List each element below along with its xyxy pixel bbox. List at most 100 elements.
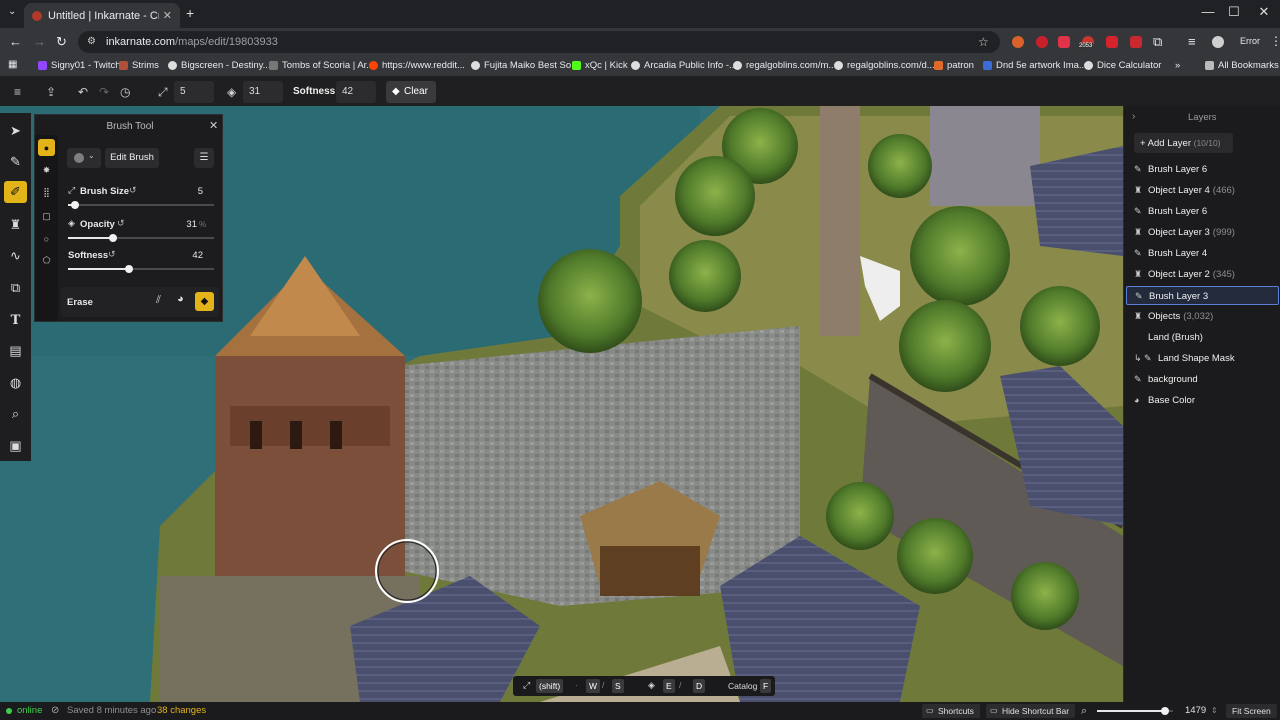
zoom-out-icon[interactable]: ⌕ bbox=[1081, 702, 1087, 720]
brush-preview-dropdown[interactable]: ⌄ bbox=[67, 148, 101, 168]
opacity-input[interactable]: 31 bbox=[243, 81, 283, 103]
close-window-icon[interactable]: ✕ bbox=[1249, 4, 1279, 20]
star-brush-icon[interactable]: ✸ bbox=[38, 162, 55, 179]
reading-list-icon[interactable]: ≡ bbox=[1188, 34, 1196, 49]
polygon-shape-icon[interactable]: ⬠ bbox=[38, 252, 55, 269]
bookmark-item[interactable]: xQc | Kick bbox=[572, 60, 628, 71]
opacity-value[interactable]: 31 bbox=[175, 219, 197, 230]
layer-row[interactable]: ✎ Brush Layer 6 bbox=[1126, 202, 1279, 221]
bookmark-item[interactable]: Arcadia Public Info -... bbox=[631, 60, 737, 71]
layer-row[interactable]: Land (Brush) bbox=[1126, 328, 1279, 347]
bookmark-star-icon[interactable]: ☆ bbox=[978, 31, 989, 53]
reset-icon[interactable]: ↺ bbox=[108, 249, 116, 260]
layer-row[interactable]: ✎ ↳ Land Shape Mask bbox=[1126, 349, 1279, 368]
softness-input[interactable]: 42 bbox=[336, 81, 376, 103]
hide-shortcut-bar-button[interactable]: ▭ Hide Shortcut Bar bbox=[986, 704, 1076, 718]
document-icon[interactable]: ▤ bbox=[4, 340, 27, 362]
profile-icon[interactable] bbox=[1212, 36, 1224, 48]
forward-icon[interactable]: → bbox=[33, 34, 46, 49]
layer-row[interactable]: ♜ Object Layer 3 (999) bbox=[1126, 223, 1279, 242]
browser-tab[interactable]: Untitled | Inkarnate - Create Fa ✕ bbox=[24, 3, 180, 28]
layer-row[interactable]: ♜ Object Layer 4 (466) bbox=[1126, 181, 1279, 200]
extension-icon[interactable] bbox=[1106, 36, 1118, 48]
brush-size-slider-handle[interactable] bbox=[71, 201, 79, 209]
layer-row[interactable]: ✎ Brush Layer 3 bbox=[1126, 286, 1279, 305]
collapse-chevron-icon[interactable]: › bbox=[1132, 111, 1135, 122]
bookmark-item[interactable]: https://www.reddit... bbox=[369, 60, 465, 71]
site-info-icon[interactable]: ⚙ bbox=[87, 31, 96, 53]
circle-shape-icon[interactable]: ○ bbox=[38, 230, 55, 247]
bookmark-item[interactable]: Strims bbox=[119, 60, 159, 71]
undo-icon[interactable]: ↶ bbox=[78, 85, 88, 99]
extension-icon[interactable] bbox=[1012, 36, 1024, 48]
tab-search-icon[interactable]: ⌄ bbox=[8, 6, 16, 17]
url-bar[interactable]: ⚙ inkarnate.com/maps/edit/19803933 ☆ bbox=[78, 31, 1000, 53]
extensions-puzzle-icon[interactable]: ⧉ bbox=[1153, 34, 1162, 50]
brush-settings-button[interactable]: ☰ bbox=[194, 148, 214, 168]
brush-tool-icon[interactable]: ✐ bbox=[4, 181, 27, 203]
redo-icon[interactable]: ↷ bbox=[99, 85, 109, 99]
bookmark-item[interactable]: Tombs of Scoria | Ar... bbox=[269, 60, 374, 71]
apps-grid-icon[interactable]: ▦ bbox=[8, 59, 17, 70]
export-icon[interactable]: ⇪ bbox=[46, 85, 56, 99]
opacity-slider-handle[interactable] bbox=[109, 234, 117, 242]
save-icon[interactable]: ▣ bbox=[4, 435, 27, 457]
square-shape-icon[interactable]: ▢ bbox=[38, 208, 55, 225]
layer-row[interactable]: ◕ Base Color bbox=[1126, 391, 1279, 410]
clear-button[interactable]: ◆ Clear bbox=[386, 81, 436, 103]
back-icon[interactable]: ← bbox=[9, 34, 22, 49]
layer-row[interactable]: ✎ Brush Layer 6 bbox=[1126, 160, 1279, 179]
extension-icon[interactable] bbox=[1058, 36, 1070, 48]
bookmark-item[interactable]: Dice Calculator bbox=[1084, 60, 1161, 71]
layer-row[interactable]: ✎ background bbox=[1126, 370, 1279, 389]
history-icon[interactable]: ◷ bbox=[120, 85, 130, 99]
palette-icon[interactable]: ◕ bbox=[177, 293, 184, 305]
eraser-button[interactable]: ◆ bbox=[195, 292, 214, 311]
grid-brush-icon[interactable]: ⣿ bbox=[38, 184, 55, 201]
bookmark-item[interactable]: Bigscreen - Destiny... bbox=[168, 60, 271, 71]
add-layer-button[interactable]: + Add Layer (10/10) bbox=[1134, 133, 1233, 153]
select-arrow-icon[interactable]: ➤ bbox=[4, 120, 27, 142]
bookmark-item[interactable]: Fujita Maiko Best So... bbox=[471, 60, 579, 71]
error-label[interactable]: Error bbox=[1240, 36, 1260, 46]
layer-row[interactable]: ✎ Brush Layer 4 bbox=[1126, 244, 1279, 263]
extension-icon[interactable] bbox=[1036, 36, 1048, 48]
bookmarks-overflow[interactable]: » bbox=[1175, 60, 1180, 71]
reload-icon[interactable]: ↻ bbox=[56, 34, 67, 50]
shapes-icon[interactable]: ⧉ bbox=[4, 277, 27, 299]
hatch-icon[interactable]: ⫽ bbox=[156, 294, 161, 307]
softness-slider-handle[interactable] bbox=[125, 265, 133, 273]
brush-size-input[interactable]: 5 bbox=[174, 81, 214, 103]
bookmark-item[interactable]: regalgoblins.com/d... bbox=[834, 60, 935, 71]
path-curve-icon[interactable]: ∿ bbox=[4, 245, 27, 267]
all-bookmarks[interactable]: All Bookmarks bbox=[1205, 60, 1279, 71]
zoom-icon[interactable]: ⌕ bbox=[4, 403, 27, 425]
bookmark-item[interactable]: Dnd 5e artwork Ima... bbox=[983, 60, 1087, 71]
globe-icon[interactable]: ◍ bbox=[4, 372, 27, 394]
shortcuts-button[interactable]: ▭ Shortcuts bbox=[922, 704, 980, 718]
round-brush-icon[interactable]: ● bbox=[38, 139, 55, 156]
object-tower-icon[interactable]: ♜ bbox=[4, 214, 27, 236]
layer-row[interactable]: ♜ Objects (3,032) bbox=[1126, 307, 1279, 326]
brush-size-value[interactable]: 5 bbox=[185, 186, 203, 197]
menu-kebab-icon[interactable]: ⋮ bbox=[1270, 34, 1280, 48]
pen-tool-icon[interactable]: ✎ bbox=[4, 151, 27, 173]
changes-count[interactable]: 38 changes bbox=[157, 702, 206, 720]
bookmark-item[interactable]: Signy01 - Twitch bbox=[38, 60, 121, 71]
edit-brush-button[interactable]: Edit Brush bbox=[105, 148, 159, 168]
bookmark-item[interactable]: regalgoblins.com/m... bbox=[733, 60, 836, 71]
close-panel-icon[interactable]: ✕ bbox=[209, 119, 218, 132]
hamburger-menu-icon[interactable]: ≡ bbox=[14, 85, 21, 99]
softness-value[interactable]: 42 bbox=[183, 250, 203, 261]
new-tab-icon[interactable]: + bbox=[186, 5, 194, 21]
maximize-icon[interactable]: ☐ bbox=[1219, 4, 1249, 20]
brush-size-slider[interactable] bbox=[68, 204, 214, 206]
bookmark-item[interactable]: patron bbox=[934, 60, 974, 71]
zoom-slider-handle[interactable] bbox=[1161, 707, 1169, 715]
text-tool-icon[interactable]: T bbox=[4, 309, 27, 331]
reset-icon[interactable]: ↺ bbox=[129, 185, 137, 196]
reset-icon[interactable]: ↺ bbox=[117, 218, 125, 229]
extension-icon[interactable] bbox=[1130, 36, 1142, 48]
layer-row[interactable]: ♜ Object Layer 2 (345) bbox=[1126, 265, 1279, 284]
fit-screen-button[interactable]: Fit Screen bbox=[1226, 704, 1277, 718]
